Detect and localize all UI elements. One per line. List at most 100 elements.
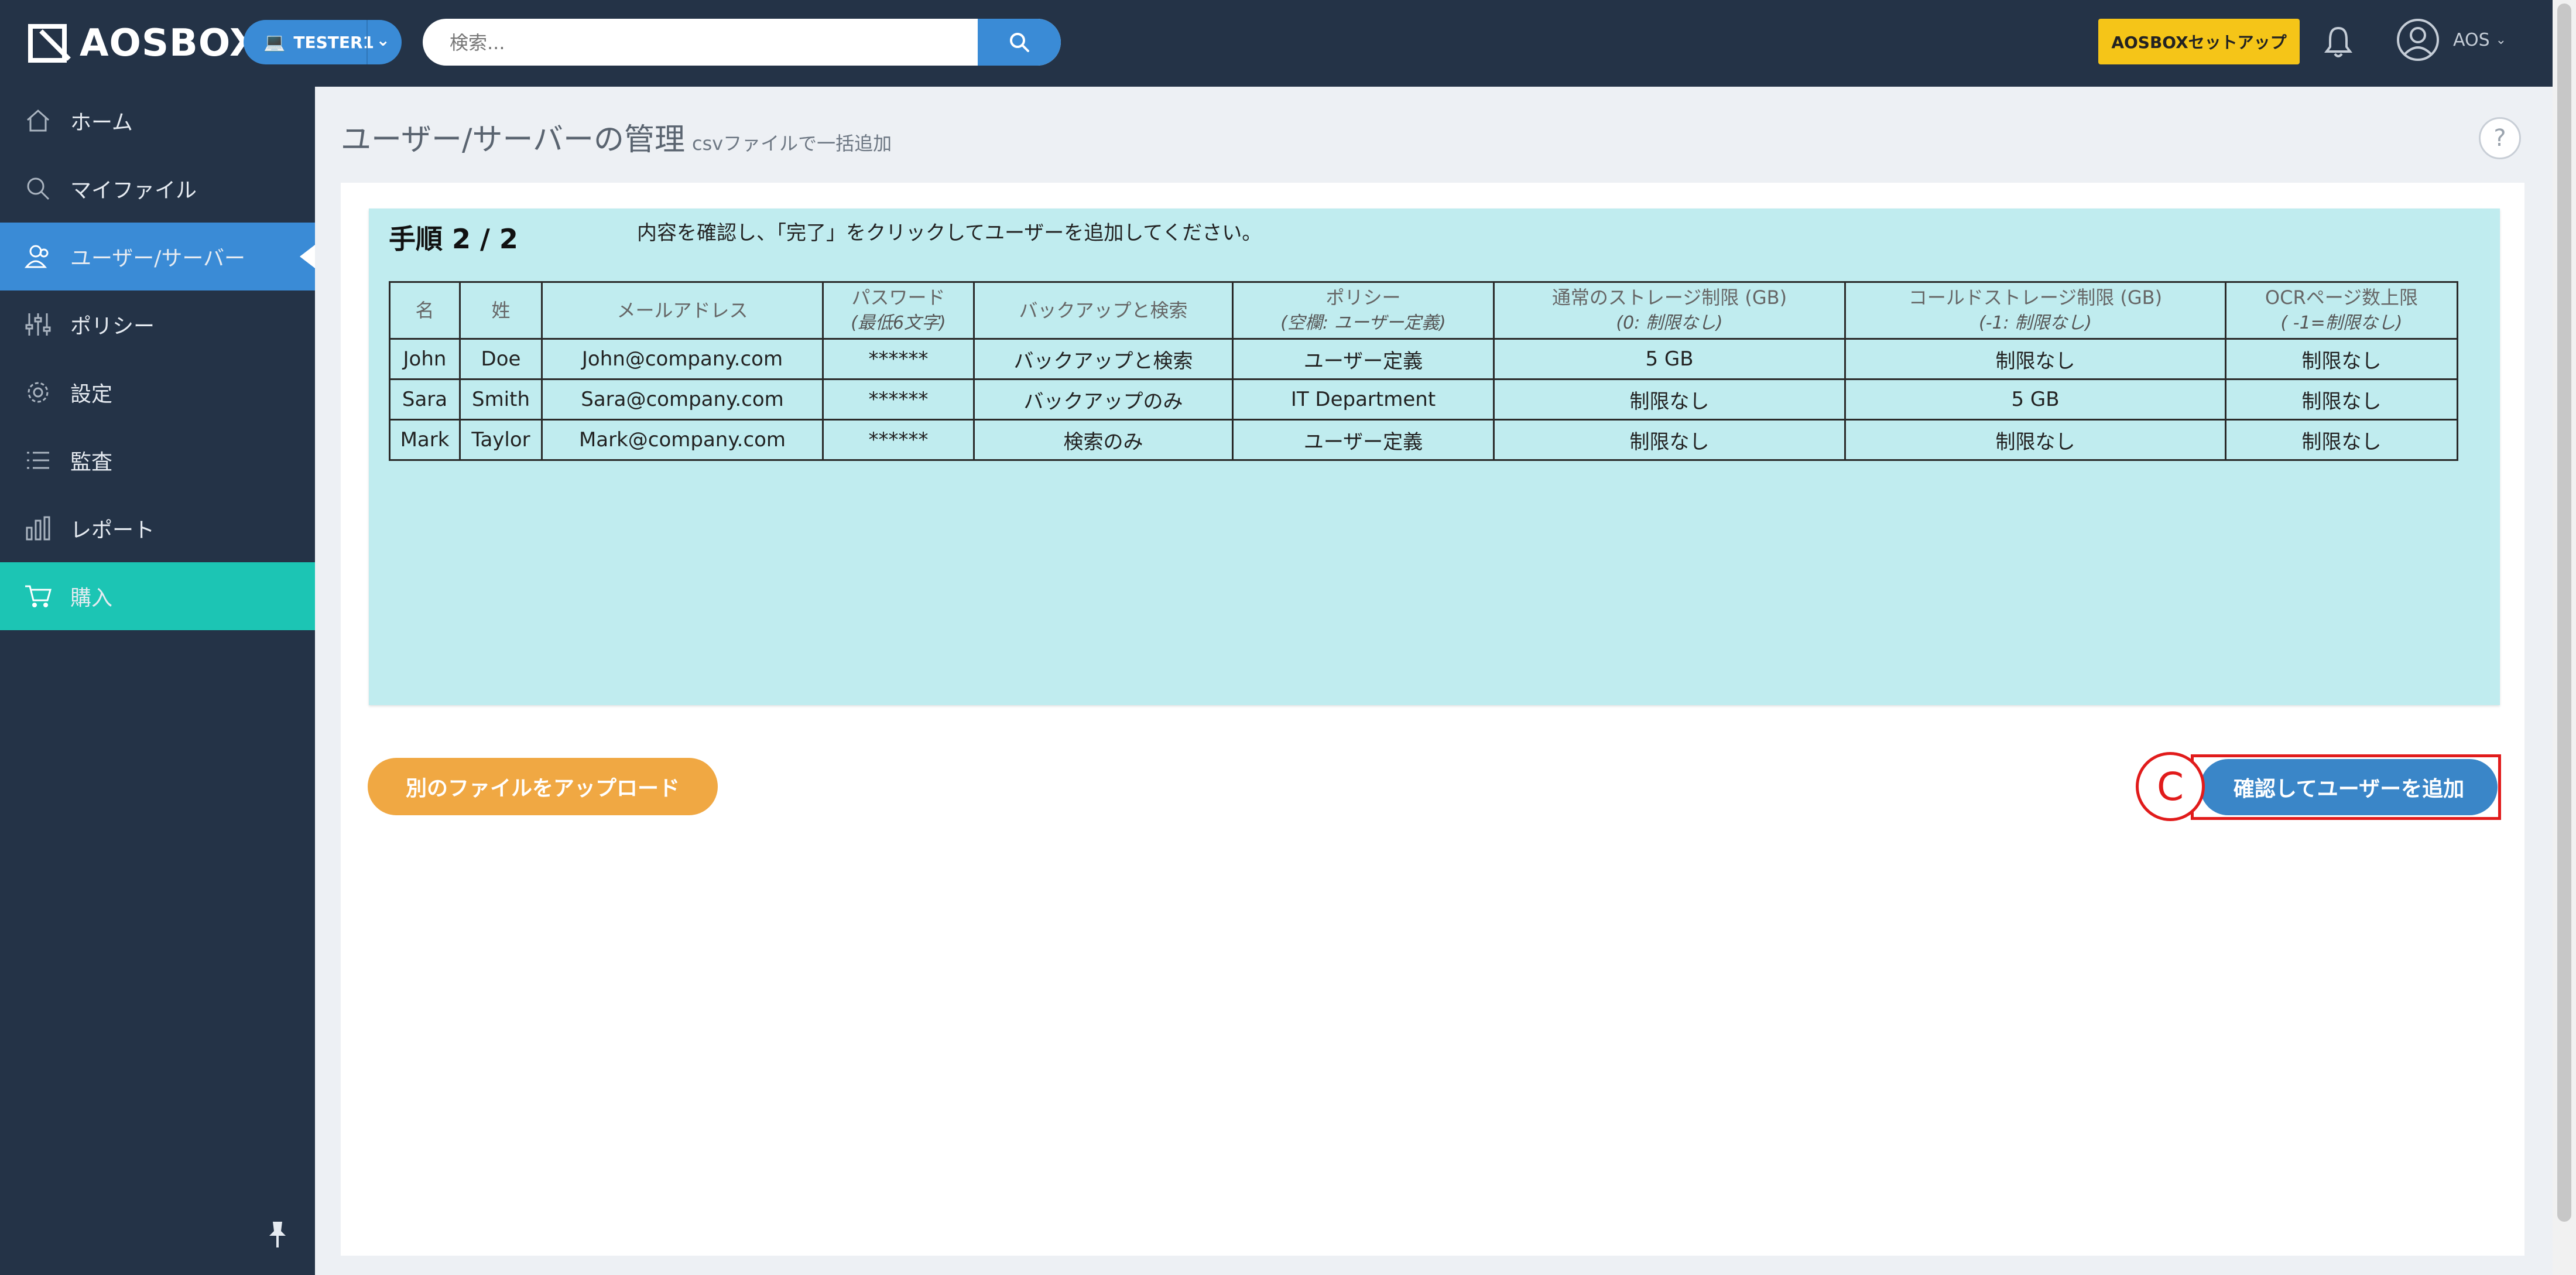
column-header: 名 xyxy=(389,281,461,340)
pin-icon[interactable] xyxy=(265,1219,290,1252)
home-icon xyxy=(22,105,54,136)
tenant-label: TESTER1 xyxy=(293,32,375,52)
backup-search-cell: バックアップと検索 xyxy=(973,338,1234,380)
email-cell: John@company.com xyxy=(541,338,824,380)
chevron-down-icon: ⌄ xyxy=(2495,32,2507,47)
table-row: John Doe John@company.com ****** バックアップと… xyxy=(389,338,2458,380)
top-bar: AOSBOX 💻 TESTER1 ⌄ ⚙⌄ AOSBOXセットアップ AOS ⌄ xyxy=(0,0,2553,87)
cold-storage-limit-cell: 制限なし xyxy=(1844,419,2226,461)
sidebar-item-label: 監査 xyxy=(70,450,113,474)
first-name-cell: Sara xyxy=(389,378,461,421)
help-icon[interactable]: ? xyxy=(2479,117,2521,159)
column-header-hint: (0: 制限なし) xyxy=(1616,313,1723,333)
sidebar-item-label: ユーザー/サーバー xyxy=(70,247,246,271)
sidebar-item-settings[interactable]: 設定 xyxy=(0,358,315,426)
chevron-down-icon: ⌄ xyxy=(376,30,390,50)
column-header-label: ポリシー xyxy=(1325,286,1401,309)
logo-text: AOSBOX xyxy=(80,22,259,65)
ocr-limit-cell: 制限なし xyxy=(2225,378,2458,421)
column-header-label: パスワード xyxy=(851,286,946,309)
ocr-limit-cell: 制限なし xyxy=(2225,338,2458,380)
page-title: ユーザー/サーバーの管理 csvファイルで一括追加 xyxy=(341,115,892,159)
sidebar-item-label: マイファイル xyxy=(70,179,197,203)
column-header-hint: (空欄: ユーザー定義) xyxy=(1280,313,1446,333)
column-header: バックアップと検索 xyxy=(973,281,1234,340)
tenant-selector[interactable]: 💻 TESTER1 ⌄ xyxy=(244,20,402,64)
column-header-hint: (-1: 制限なし) xyxy=(1979,313,2092,333)
column-header: メールアドレス xyxy=(541,281,824,340)
notifications-bell-icon[interactable] xyxy=(2323,25,2354,62)
annotation-marker: C xyxy=(2136,752,2205,821)
sidebar-item-label: 購入 xyxy=(70,586,113,610)
sidebar-item-audit[interactable]: 監査 xyxy=(0,426,315,494)
logo-icon xyxy=(28,24,67,63)
scrollbar-thumb[interactable] xyxy=(2557,4,2571,1222)
list-icon xyxy=(22,445,54,476)
upload-another-file-button[interactable]: 別のファイルをアップロード xyxy=(368,758,718,815)
sidebar-item-my-files[interactable]: マイファイル xyxy=(0,155,315,223)
confirm-add-users-button[interactable]: 確認してユーザーを追加 xyxy=(2200,759,2498,815)
policy-cell: ユーザー定義 xyxy=(1232,419,1495,461)
search-input[interactable] xyxy=(448,19,978,66)
avatar-icon xyxy=(2397,19,2439,61)
wizard-step: 手順 2 / 2 xyxy=(389,223,518,255)
users-table: 名 姓 メールアドレス パスワード (最低6文字) バックアップと検索 ポリシー (… xyxy=(389,281,2458,461)
page-subtitle: csvファイルで一括追加 xyxy=(691,132,892,155)
last-name-cell: Taylor xyxy=(459,419,543,461)
sidebar-item-label: ポリシー xyxy=(70,315,155,339)
column-header: コールドストレージ制限 (GB) (-1: 制限なし) xyxy=(1844,281,2226,340)
column-header: パスワード (最低6文字) xyxy=(822,281,975,340)
password-cell: ****** xyxy=(822,419,975,461)
table-header-row: 名 姓 メールアドレス パスワード (最低6文字) バックアップと検索 ポリシー (… xyxy=(389,281,2458,340)
sidebar-item-policy[interactable]: ポリシー xyxy=(0,290,315,358)
sidebar: ホーム マイファイル ユーザー/サーバー ポリシー 設定 監査 レポート 購入 xyxy=(0,87,315,1275)
sidebar-item-label: 設定 xyxy=(70,382,113,406)
cold-storage-limit-cell: 制限なし xyxy=(1844,338,2226,380)
column-header-label: 通常のストレージ制限 (GB) xyxy=(1551,286,1787,309)
column-header-label: コールドストレージ制限 (GB) xyxy=(1908,286,2163,309)
column-header: OCRページ数上限 ( -1=制限なし) xyxy=(2225,281,2458,340)
column-header-label: OCRページ数上限 xyxy=(2265,286,2419,309)
sidebar-item-users-servers[interactable]: ユーザー/サーバー xyxy=(0,223,315,290)
column-header: 通常のストレージ制限 (GB) (0: 制限なし) xyxy=(1493,281,1846,340)
scrollbar[interactable] xyxy=(2553,0,2576,1275)
laptop-icon: 💻 xyxy=(263,32,286,53)
column-header-label: 名 xyxy=(415,299,434,322)
sidebar-item-purchase[interactable]: 購入 xyxy=(0,562,315,630)
column-header: 姓 xyxy=(459,281,543,340)
search-button[interactable] xyxy=(978,19,1061,66)
page-title-text: ユーザー/サーバーの管理 xyxy=(341,122,685,158)
cold-storage-limit-cell: 5 GB xyxy=(1844,378,2226,421)
last-name-cell: Doe xyxy=(459,338,543,380)
user-menu[interactable]: AOS ⌄ xyxy=(2396,18,2506,62)
sliders-icon xyxy=(22,309,54,340)
sidebar-item-reports[interactable]: レポート xyxy=(0,494,315,562)
first-name-cell: Mark xyxy=(389,419,461,461)
wizard-instruction: 内容を確認し、「完了」をクリックしてユーザーを追加してください。 xyxy=(637,221,1262,245)
last-name-cell: Smith xyxy=(459,378,543,421)
column-header-label: 姓 xyxy=(491,299,511,322)
setup-button[interactable]: AOSBOXセットアップ xyxy=(2098,19,2300,64)
sidebar-item-label: レポート xyxy=(70,518,155,542)
users-icon xyxy=(22,241,54,272)
cart-icon xyxy=(22,580,54,612)
password-cell: ****** xyxy=(822,378,975,421)
column-header-hint: ( -1=制限なし) xyxy=(2280,313,2403,333)
storage-limit-cell: 制限なし xyxy=(1493,419,1846,461)
storage-limit-cell: 5 GB xyxy=(1493,338,1846,380)
storage-limit-cell: 制限なし xyxy=(1493,378,1846,421)
gear-icon xyxy=(22,377,54,408)
first-name-cell: John xyxy=(389,338,461,380)
search-bar: ⚙⌄ xyxy=(423,19,1061,66)
column-header-label: メールアドレス xyxy=(616,299,748,322)
search-icon xyxy=(22,173,54,204)
password-cell: ****** xyxy=(822,338,975,380)
sidebar-item-home[interactable]: ホーム xyxy=(0,87,315,155)
sidebar-item-label: ホーム xyxy=(70,111,133,135)
column-header-hint: (最低6文字) xyxy=(851,313,946,333)
policy-cell: ユーザー定義 xyxy=(1232,338,1495,380)
backup-search-cell: バックアップのみ xyxy=(973,378,1234,421)
policy-cell: IT Department xyxy=(1232,378,1495,421)
email-cell: Sara@company.com xyxy=(541,378,824,421)
logo[interactable]: AOSBOX xyxy=(28,20,259,67)
